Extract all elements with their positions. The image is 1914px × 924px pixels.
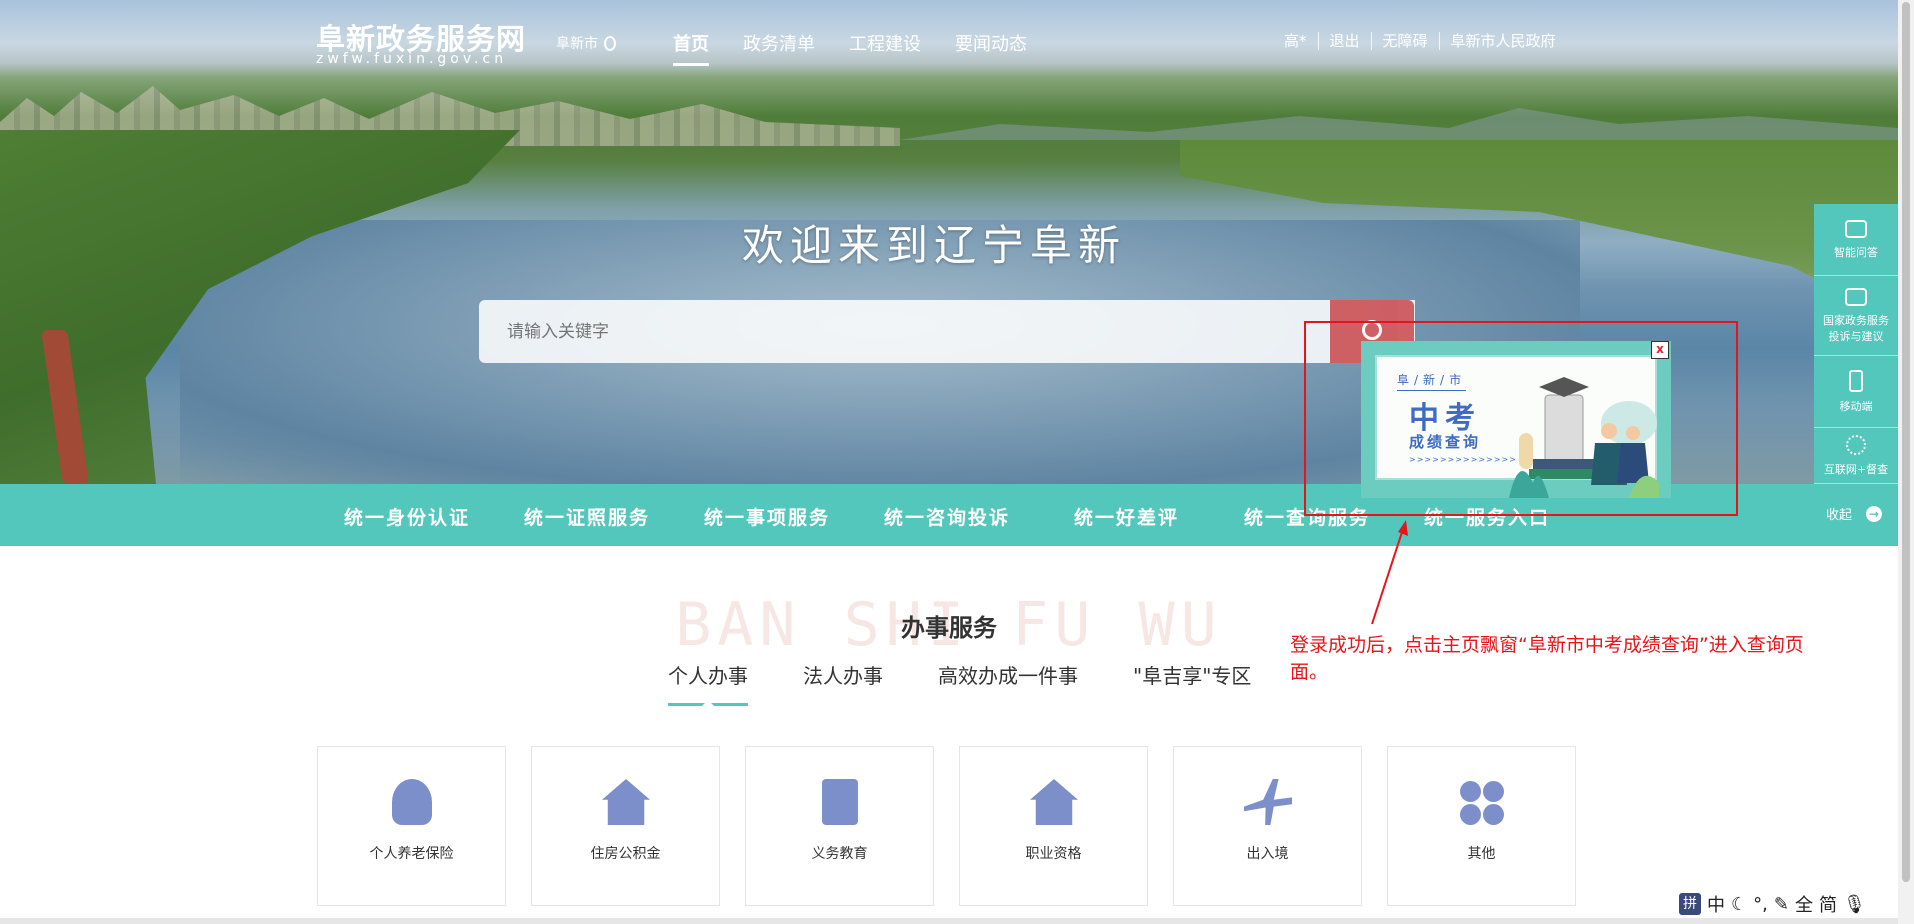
popup-close-button[interactable]: x	[1651, 341, 1669, 359]
popup-subheading: 成绩查询	[1409, 433, 1482, 451]
card-education[interactable]: 义务教育	[745, 746, 934, 906]
nav-construction[interactable]: 工程建设	[849, 30, 921, 66]
card-label: 住房公积金	[590, 846, 661, 862]
house-icon	[1030, 779, 1078, 825]
user-links: 高* 退出 无障碍 阜新市人民政府	[1284, 32, 1567, 50]
card-label: 其他	[1467, 846, 1496, 862]
service-tabs: 个人办事 法人办事 高效办成一件事 "阜吉享"专区	[668, 660, 1251, 706]
service-consult[interactable]: 统一咨询投诉	[884, 503, 1010, 530]
house-icon	[602, 779, 650, 825]
tab-personal[interactable]: 个人办事	[668, 660, 748, 706]
card-pension[interactable]: 个人养老保险	[317, 746, 506, 906]
message-icon	[1845, 287, 1867, 306]
collapse-button[interactable]: 收起 →	[1826, 504, 1883, 523]
plane-icon	[1244, 779, 1292, 825]
tab-one-thing[interactable]: 高效办成一件事	[938, 660, 1078, 706]
ime-simplified[interactable]: 简	[1819, 891, 1837, 917]
card-housing-fund[interactable]: 住房公积金	[531, 746, 720, 906]
tab-corporate[interactable]: 法人办事	[803, 660, 883, 706]
complaint-button[interactable]: 国家政务服务投诉与建议	[1814, 276, 1898, 356]
city-gov-link[interactable]: 阜新市人民政府	[1438, 32, 1567, 50]
collapse-label: 收起	[1826, 508, 1853, 523]
moon-icon[interactable]: ☾	[1731, 894, 1747, 915]
card-label: 个人养老保险	[369, 846, 454, 862]
service-matters[interactable]: 统一事项服务	[704, 503, 830, 530]
card-label: 出入境	[1246, 846, 1289, 862]
supervision-label: 互联网+督查	[1823, 462, 1889, 476]
graduation-illustration	[1509, 377, 1659, 498]
tab-fujixiang[interactable]: "阜吉享"专区	[1133, 660, 1251, 706]
smart-qa-label: 智能问答	[1834, 245, 1878, 259]
search-box	[479, 300, 1415, 363]
service-identity-auth[interactable]: 统一身份认证	[344, 503, 470, 530]
location-icon	[604, 35, 616, 51]
card-qualification[interactable]: 职业资格	[959, 746, 1148, 906]
section-title: 办事服务	[901, 614, 997, 642]
logout-link[interactable]: 退出	[1317, 32, 1371, 50]
card-other[interactable]: 其他	[1387, 746, 1576, 906]
supervision-button[interactable]: 互联网+督查	[1814, 428, 1898, 484]
nav-news[interactable]: 要闻动态	[955, 30, 1027, 66]
horizontal-scrollbar[interactable]	[0, 918, 1898, 924]
service-rating[interactable]: 统一好差评	[1074, 503, 1179, 530]
mobile-label: 移动端	[1839, 399, 1873, 413]
ime-fullwidth[interactable]: 全	[1795, 891, 1813, 917]
welcome-title: 欢迎来到辽宁阜新	[741, 221, 1126, 270]
popup-city: 阜/新/市	[1397, 371, 1467, 391]
microphone-icon[interactable]: 🎙	[1843, 894, 1866, 915]
service-entry[interactable]: 统一服务入口	[1424, 503, 1550, 530]
search-icon	[1362, 320, 1382, 340]
scrollbar-thumb[interactable]	[1902, 2, 1910, 882]
card-label: 职业资格	[1025, 846, 1082, 862]
book-icon	[822, 779, 858, 825]
smart-qa-button[interactable]: 智能问答	[1814, 204, 1898, 276]
exam-result-popup[interactable]: 阜/新/市 中考 成绩查询 >>>>>>>>>>>>>>	[1361, 341, 1671, 498]
site-subtitle: zwfw.fuxin.gov.cn	[316, 51, 508, 67]
nav-gov-list[interactable]: 政务清单	[743, 30, 815, 66]
user-name[interactable]: 高*	[1284, 32, 1318, 50]
phone-icon	[1849, 369, 1863, 392]
main-nav: 首页 政务清单 工程建设 要闻动态	[673, 30, 1027, 66]
ime-chinese[interactable]: 中	[1707, 891, 1725, 917]
service-query[interactable]: 统一查询服务	[1244, 503, 1370, 530]
arrow-right-icon: →	[1866, 505, 1883, 522]
punctuation-icon[interactable]: °,	[1753, 894, 1768, 915]
mountains	[900, 108, 1898, 140]
popup-chevrons: >>>>>>>>>>>>>>	[1409, 455, 1517, 464]
nav-home[interactable]: 首页	[673, 30, 709, 66]
ime-toolbar: 拼 中 ☾ °, ✎ 全 简 🎙	[1675, 890, 1870, 918]
city-selector[interactable]: 阜新市	[556, 33, 616, 53]
gear-icon	[1846, 434, 1866, 455]
service-license[interactable]: 统一证照服务	[524, 503, 650, 530]
right-float-menu: 智能问答 国家政务服务投诉与建议 移动端 互联网+督查	[1814, 204, 1898, 484]
search-input[interactable]	[479, 300, 1415, 363]
clover-icon	[1458, 779, 1506, 825]
ime-pinyin-icon[interactable]: 拼	[1679, 893, 1701, 915]
city-label: 阜新市	[556, 36, 598, 52]
accessibility-link[interactable]: 无障碍	[1370, 32, 1439, 50]
mobile-button[interactable]: 移动端	[1814, 356, 1898, 428]
card-label: 义务教育	[811, 846, 868, 862]
card-immigration[interactable]: 出入境	[1173, 746, 1362, 906]
complaint-label: 国家政务服务投诉与建议	[1823, 313, 1889, 343]
person-icon	[392, 779, 432, 825]
robot-icon	[1845, 219, 1867, 238]
pen-icon[interactable]: ✎	[1774, 894, 1789, 915]
